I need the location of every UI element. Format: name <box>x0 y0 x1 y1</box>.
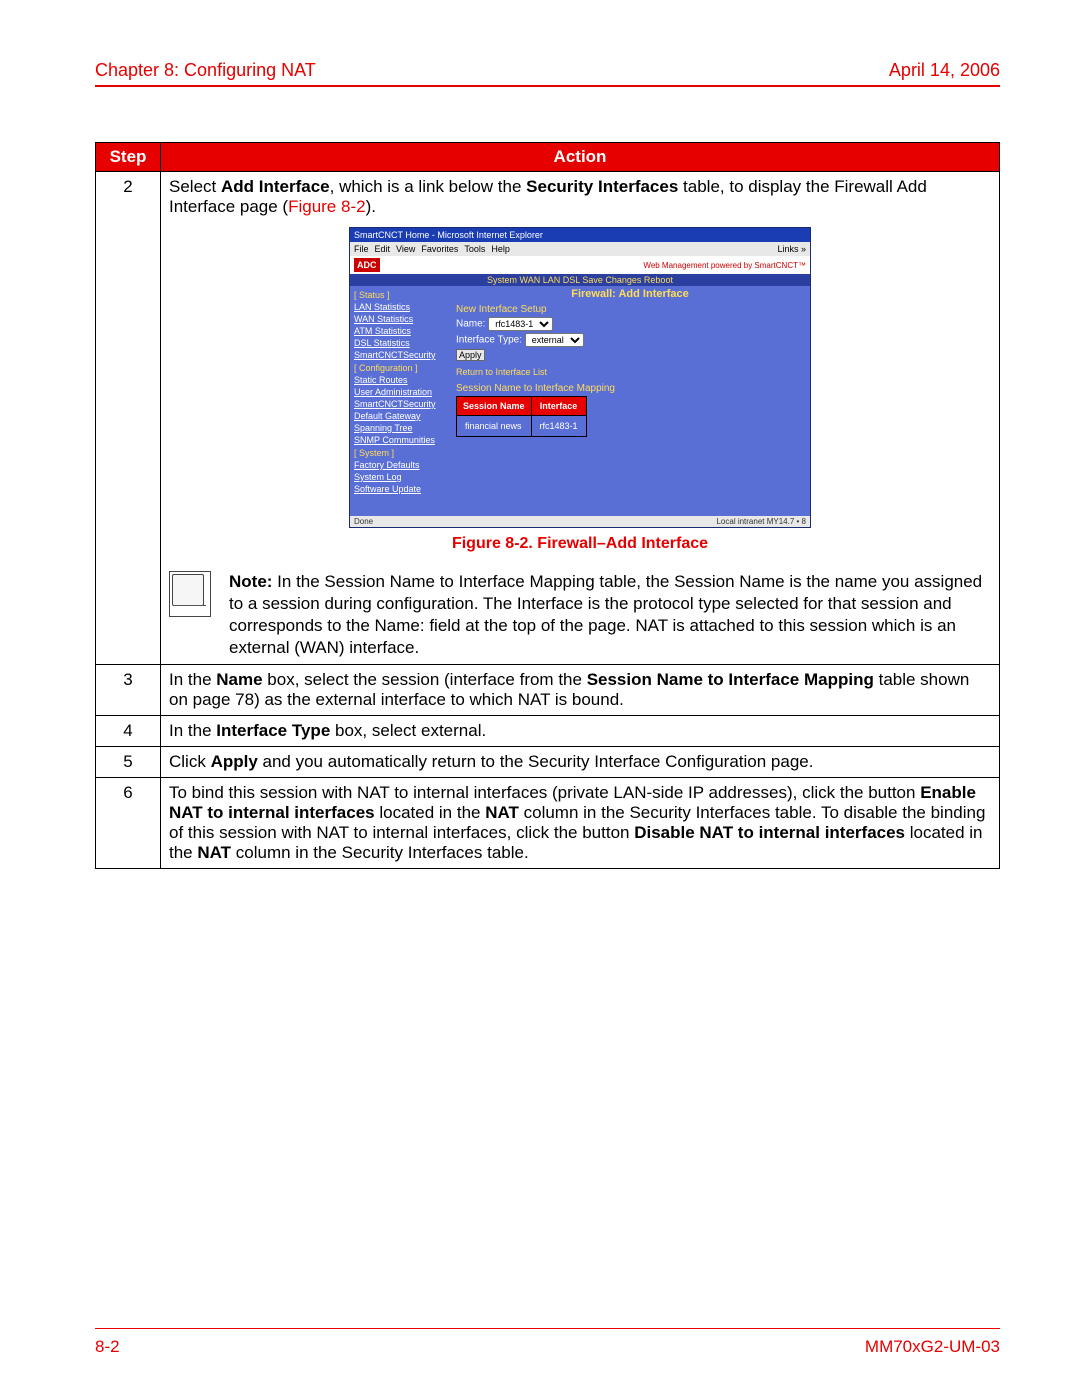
mapping-table: Session Name Interface financial news rf… <box>456 396 587 437</box>
col-step: Step <box>96 143 161 172</box>
side-link[interactable]: ATM Statistics <box>354 325 446 337</box>
side-link[interactable]: Default Gateway <box>354 410 446 422</box>
menu-favorites[interactable]: Favorites <box>421 244 458 254</box>
tagline: Web Management powered by SmartCNCT™ <box>643 261 806 270</box>
t: Add Interface <box>221 177 330 196</box>
adc-logo: ADC <box>354 258 380 272</box>
side-link[interactable]: Spanning Tree <box>354 422 446 434</box>
note-icon <box>169 571 211 617</box>
t: column in the Security Interfaces table. <box>231 843 529 862</box>
menu-view[interactable]: View <box>396 244 415 254</box>
t: Disable NAT to internal interfaces <box>634 823 905 842</box>
t: box, select external. <box>330 721 486 740</box>
step-5-action: Click Apply and you automatically return… <box>161 747 1000 778</box>
ie-menubar: File Edit View Favorites Tools Help Link… <box>350 242 810 256</box>
t: located in the <box>375 803 486 822</box>
note-text: Note: In the Session Name to Interface M… <box>229 571 991 659</box>
map-cell1: financial news <box>457 416 532 437</box>
map-col1: Session Name <box>457 397 532 416</box>
step-2-num: 2 <box>96 172 161 665</box>
t: Click <box>169 752 211 771</box>
side-link[interactable]: LAN Statistics <box>354 301 446 313</box>
step-5-num: 5 <box>96 747 161 778</box>
t: Session Name to Interface Mapping <box>587 670 874 689</box>
side-link[interactable]: DSL Statistics <box>354 337 446 349</box>
t: NAT <box>197 843 231 862</box>
side-section-system: [ System ] <box>354 448 446 458</box>
side-link[interactable]: SNMP Communities <box>354 434 446 446</box>
col-action: Action <box>161 143 1000 172</box>
step-2-action: Select Add Interface, which is a link be… <box>161 172 1000 665</box>
t: In the <box>169 670 216 689</box>
note-label: Note: <box>229 572 272 591</box>
side-link[interactable]: SmartCNCTSecurity <box>354 398 446 410</box>
menu-file[interactable]: File <box>354 244 369 254</box>
window-title: SmartCNCT Home - Microsoft Internet Expl… <box>350 228 810 242</box>
side-section-config: [ Configuration ] <box>354 363 446 373</box>
chapter-title: Chapter 8: Configuring NAT <box>95 60 316 81</box>
side-link[interactable]: Static Routes <box>354 374 446 386</box>
type-select[interactable]: external <box>525 333 584 347</box>
panel-title: Firewall: Add Interface <box>456 288 804 300</box>
step-6-num: 6 <box>96 778 161 869</box>
figure-8-2: SmartCNCT Home - Microsoft Internet Expl… <box>169 227 991 553</box>
side-link[interactable]: SmartCNCTSecurity <box>354 349 446 361</box>
name-label: Name: <box>456 319 485 330</box>
t: ). <box>366 197 376 216</box>
t: box, select the session (interface from … <box>263 670 587 689</box>
ie-window: SmartCNCT Home - Microsoft Internet Expl… <box>349 227 811 528</box>
side-link[interactable]: Factory Defaults <box>354 459 446 471</box>
side-link[interactable]: WAN Statistics <box>354 313 446 325</box>
t: Apply <box>211 752 258 771</box>
map-col2: Interface <box>531 397 586 416</box>
map-cell2: rfc1483-1 <box>531 416 586 437</box>
t: Select <box>169 177 221 196</box>
side-link[interactable]: User Administration <box>354 386 446 398</box>
status-left: Done <box>354 517 373 526</box>
t: Security Interfaces <box>526 177 678 196</box>
header-date: April 14, 2006 <box>889 60 1000 81</box>
top-nav[interactable]: System WAN LAN DSL Save Changes Reboot <box>350 274 810 286</box>
t: and you automatically return to the Secu… <box>258 752 814 771</box>
step-4-num: 4 <box>96 716 161 747</box>
section-mapping: Session Name to Interface Mapping <box>456 383 804 394</box>
footer-rule <box>95 1328 1000 1329</box>
side-link[interactable]: System Log <box>354 471 446 483</box>
step-3-num: 3 <box>96 665 161 716</box>
links-button[interactable]: Links » <box>777 244 806 254</box>
doc-id: MM70xG2-UM-03 <box>865 1337 1000 1357</box>
header-rule <box>95 85 1000 87</box>
t: , which is a link below the <box>330 177 527 196</box>
apply-button[interactable]: Apply <box>456 349 485 361</box>
note-body: In the Session Name to Interface Mapping… <box>229 572 982 657</box>
side-section-status: [ Status ] <box>354 290 446 300</box>
step-6-action: To bind this session with NAT to interna… <box>161 778 1000 869</box>
status-right: Local intranet MY14.7 • 8 <box>716 517 806 526</box>
t: To bind this session with NAT to interna… <box>169 783 920 802</box>
t: In the <box>169 721 216 740</box>
type-label: Interface Type: <box>456 335 522 346</box>
section-new-interface: New Interface Setup <box>456 304 804 315</box>
name-select[interactable]: rfc1483-1 <box>488 317 553 331</box>
menu-edit[interactable]: Edit <box>375 244 391 254</box>
t: NAT <box>485 803 519 822</box>
side-nav: [ Status ] LAN Statistics WAN Statistics… <box>350 286 450 516</box>
side-link[interactable]: Software Update <box>354 483 446 495</box>
t: Interface Type <box>216 721 330 740</box>
step-4-action: In the Interface Type box, select extern… <box>161 716 1000 747</box>
page-number: 8-2 <box>95 1337 120 1357</box>
figure-ref: Figure 8-2 <box>288 197 365 216</box>
step-3-action: In the Name box, select the session (int… <box>161 665 1000 716</box>
menu-tools[interactable]: Tools <box>464 244 485 254</box>
menu-help[interactable]: Help <box>491 244 510 254</box>
t: Name <box>216 670 262 689</box>
steps-table: Step Action 2 Select Add Interface, whic… <box>95 142 1000 869</box>
figure-caption: Figure 8-2. Firewall–Add Interface <box>169 535 991 553</box>
return-link[interactable]: Return to Interface List <box>456 367 547 377</box>
